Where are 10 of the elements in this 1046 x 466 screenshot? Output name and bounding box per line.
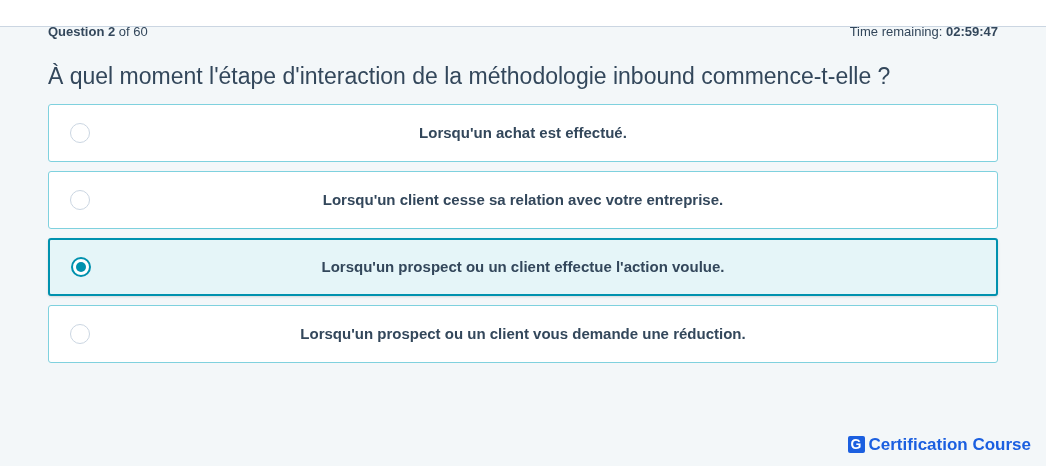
logo-icon: G xyxy=(847,435,865,453)
answer-option[interactable]: Lorsqu'un prospect ou un client effectue l'action voulue. xyxy=(48,238,998,296)
time-remaining: Time remaining: 02:59:47 xyxy=(849,25,998,39)
answer-option[interactable]: Lorsqu'un achat est effectué. xyxy=(48,104,998,162)
answer-option[interactable]: Lorsqu'un prospect ou un client vous demande une réduction. xyxy=(48,305,998,363)
question-counter: Question 2 of 60 xyxy=(48,25,148,39)
brand-name: Certification Course xyxy=(868,433,1031,456)
question-text: À quel moment l'étape d'interaction de la méthodologie inbound commence-t-elle ? xyxy=(47,62,892,91)
radio-button[interactable] xyxy=(71,257,91,277)
answer-option[interactable]: Lorsqu'un client cesse sa relation avec votre entreprise. xyxy=(48,171,998,229)
